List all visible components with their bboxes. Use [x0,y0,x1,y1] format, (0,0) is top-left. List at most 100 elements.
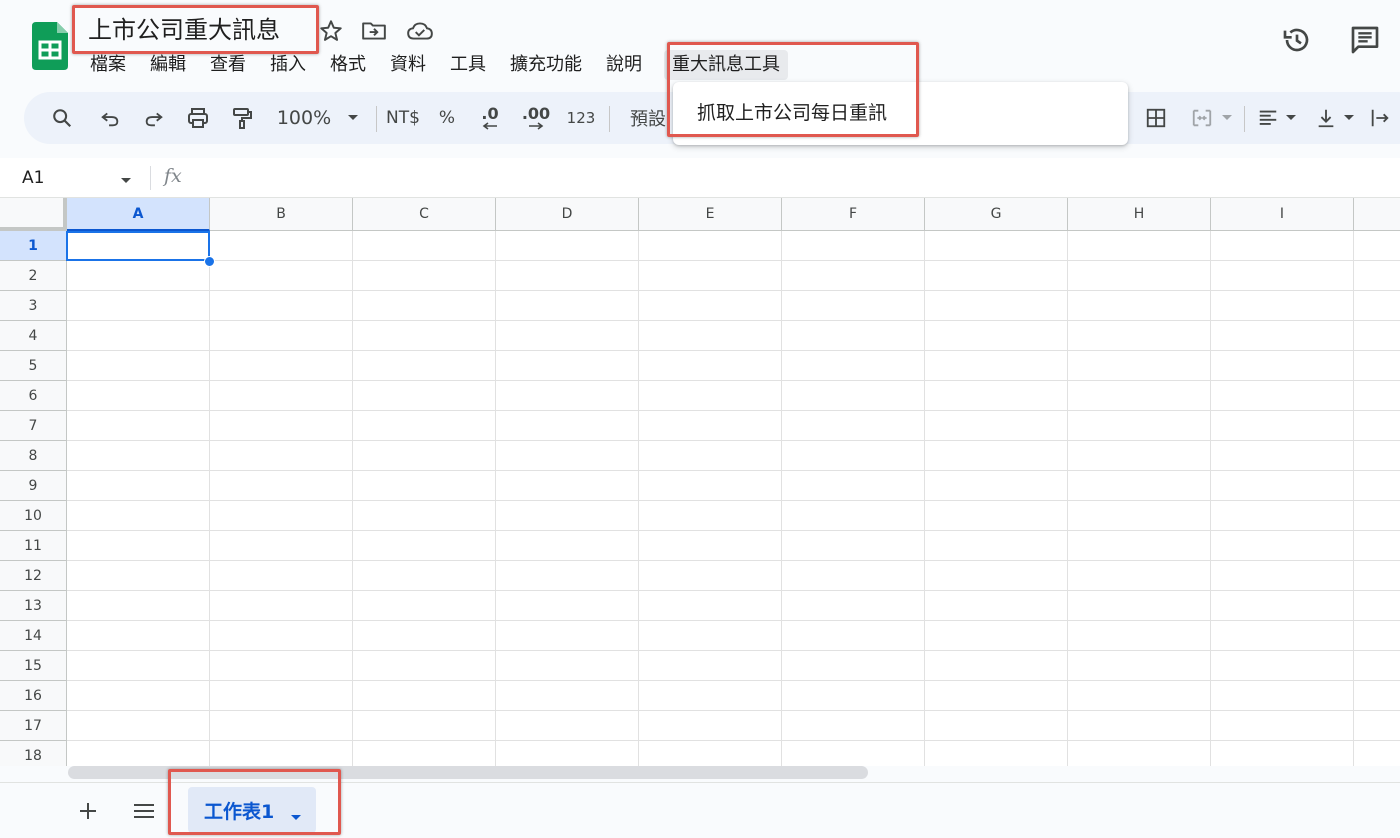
grid-row-line [67,290,1400,291]
arrow-right-icon [529,122,544,130]
grid-row-line [67,470,1400,471]
column-header-f[interactable]: F [782,198,925,231]
all-sheets-menu-icon[interactable] [126,793,162,829]
font-select[interactable]: 預設 [628,92,668,144]
row-header-5[interactable]: 5 [0,351,67,381]
row-header-12[interactable]: 12 [0,561,67,591]
grid-row-line [67,500,1400,501]
menu-insert[interactable]: 插入 [264,50,312,80]
increase-decimal-button[interactable]: .00 [520,92,552,144]
row-header-15[interactable]: 15 [0,651,67,681]
grid-row-line [67,650,1400,651]
material-info-tools-menu: 抓取上市公司每日重訊 [673,82,1128,145]
fill-handle[interactable] [204,256,215,267]
row-header-9[interactable]: 9 [0,471,67,501]
star-icon[interactable] [318,18,344,44]
search-menus-icon[interactable] [48,92,76,144]
name-box[interactable]: A1 [22,166,44,190]
horizontal-scrollbar[interactable] [0,766,1400,782]
merge-caret-icon[interactable] [1220,92,1234,144]
column-header-d[interactable]: D [496,198,639,231]
valign-caret-icon[interactable] [1340,92,1358,144]
sheet-tab-caret-icon[interactable] [290,807,302,826]
horizontal-align-icon[interactable] [1254,92,1282,144]
grid-row-line [67,440,1400,441]
menubar: 檔案 編輯 查看 插入 格式 資料 工具 擴充功能 說明 重大訊息工具 [88,50,800,80]
more-formats-button[interactable]: 123 [566,92,596,144]
paint-format-icon[interactable] [228,92,256,144]
name-box-caret-icon[interactable] [120,170,132,189]
column-header-i[interactable]: I [1211,198,1354,231]
row-header-7[interactable]: 7 [0,411,67,441]
menu-edit[interactable]: 編輯 [144,50,192,80]
formula-bar: A1 fx [0,158,1400,198]
add-sheet-icon[interactable] [70,793,106,829]
select-all-corner[interactable] [0,198,67,231]
version-history-icon[interactable] [1281,24,1313,56]
column-header-g[interactable]: G [925,198,1068,231]
sheets-logo-icon[interactable] [32,22,68,70]
zoom-value: 100% [276,107,332,129]
borders-icon[interactable] [1142,92,1170,144]
zoom-select[interactable]: 100% [274,92,334,144]
row-header-2[interactable]: 2 [0,261,67,291]
zoom-caret-icon[interactable] [344,92,362,144]
undo-icon[interactable] [96,92,124,144]
text-wrap-icon[interactable] [1368,92,1392,144]
menu-file[interactable]: 檔案 [88,50,132,80]
grid-row-line [67,710,1400,711]
toolbar-separator [376,106,377,132]
menu-material-info-tools[interactable]: 重大訊息工具 [664,50,788,80]
currency-format-button[interactable]: NT$ [384,92,422,144]
column-header-b[interactable]: B [210,198,353,231]
percent-format-button[interactable]: % [436,92,458,144]
percent-label: % [438,108,456,128]
row-header-3[interactable]: 3 [0,291,67,321]
menu-extensions[interactable]: 擴充功能 [504,50,588,80]
menu-format[interactable]: 格式 [324,50,372,80]
horizontal-scrollbar-thumb[interactable] [68,766,868,779]
column-header-c[interactable]: C [353,198,496,231]
grid-column-line [1067,231,1068,766]
row-header-8[interactable]: 8 [0,441,67,471]
currency-label: NT$ [386,108,420,128]
sheet-tab-label: 工作表1 [204,800,275,823]
cloud-saved-icon[interactable] [406,18,433,44]
column-header-a[interactable]: A [67,198,210,231]
grid-row-line [67,350,1400,351]
redo-icon[interactable] [140,92,168,144]
number-format-label: 123 [566,109,596,127]
row-header-14[interactable]: 14 [0,621,67,651]
merge-cells-icon[interactable] [1188,92,1216,144]
grid-row-line [67,560,1400,561]
decrease-decimal-button[interactable]: .0 [476,92,504,144]
row-header-10[interactable]: 10 [0,501,67,531]
spreadsheet-grid[interactable]: ABCDEFGHI 1 2 3 4 5 6 7 8 9 10 11 12 13 14 15 16 17 18 [0,198,1400,766]
comments-icon[interactable] [1349,24,1381,56]
menu-data[interactable]: 資料 [384,50,432,80]
move-folder-icon[interactable] [361,18,387,44]
column-header-h[interactable]: H [1068,198,1211,231]
grid-column-line [1353,231,1354,766]
menu-view[interactable]: 查看 [204,50,252,80]
menu-tools[interactable]: 工具 [444,50,492,80]
vertical-align-icon[interactable] [1312,92,1340,144]
column-header-partial[interactable] [1354,198,1400,231]
row-header-17[interactable]: 17 [0,711,67,741]
document-title[interactable]: 上市公司重大訊息 [88,14,280,46]
menu-help[interactable]: 說明 [600,50,648,80]
fx-icon: fx [164,165,182,187]
print-icon[interactable] [184,92,212,144]
sheet-tab[interactable]: 工作表1 [188,787,316,833]
selected-cell-a1[interactable] [66,231,210,261]
column-header-e[interactable]: E [639,198,782,231]
row-header-16[interactable]: 16 [0,681,67,711]
halign-caret-icon[interactable] [1282,92,1300,144]
row-header-18[interactable]: 18 [0,741,67,766]
row-header-6[interactable]: 6 [0,381,67,411]
menu-item-fetch-daily-material-info[interactable]: 抓取上市公司每日重訊 [697,98,887,128]
row-header-11[interactable]: 11 [0,531,67,561]
row-header-1[interactable]: 1 [0,231,67,261]
row-header-13[interactable]: 13 [0,591,67,621]
row-header-4[interactable]: 4 [0,321,67,351]
